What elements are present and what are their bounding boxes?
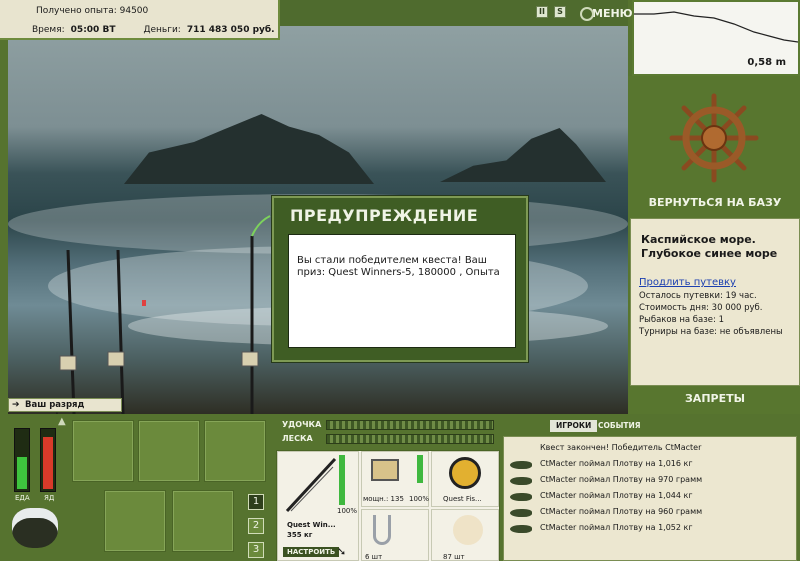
- reel-icon: [371, 459, 399, 481]
- setup-button[interactable]: НАСТРОИТЬ: [283, 547, 340, 557]
- bait-count: 87 шт: [443, 553, 465, 561]
- depth-value: 0,58 m: [747, 57, 786, 68]
- list-item: CtMacter поймал Плотву на 1,052 кг: [540, 523, 693, 532]
- location-info: Каспийское море. Глубокое синее море Про…: [630, 218, 800, 386]
- bag-page-1[interactable]: 1: [248, 494, 264, 510]
- events-log: Квест закончен! Победитель CtMacter CtMa…: [503, 436, 797, 561]
- food-gauge-fill: [17, 457, 27, 489]
- bans-button[interactable]: ЗАПРЕТЫ: [640, 392, 790, 410]
- rank-up-toast[interactable]: ➔ Ваш разряд вырос!: [8, 398, 122, 422]
- depth-profile: 0,58 m: [632, 0, 800, 76]
- rod-tension-bar: [326, 420, 494, 430]
- dialog-message: Вы стали победителем квеста! Ваш приз: Q…: [288, 234, 516, 348]
- money-value: 711 483 050 руб.: [186, 25, 275, 35]
- bag-page-2[interactable]: 2: [248, 518, 264, 534]
- pot-icon[interactable]: [12, 508, 58, 548]
- xp-label: Получено опыта:: [36, 6, 117, 16]
- line-tension-bar: [326, 434, 494, 444]
- poison-gauge-fill: [43, 437, 53, 489]
- rod-bar-label: УДОЧКА: [282, 420, 322, 429]
- xp-value: 94500: [119, 6, 149, 16]
- poison-gauge: [40, 428, 56, 492]
- rod-durability: 100%: [337, 507, 358, 515]
- rod-1: [59, 249, 77, 414]
- fish-icon: [510, 477, 532, 485]
- bag-slot-net[interactable]: [204, 420, 266, 482]
- day-cost: Стоимость дня: 30 000 руб.: [639, 303, 763, 313]
- rod-icon: [285, 457, 337, 513]
- rod-name: Quest Win...: [287, 521, 336, 529]
- sound-button[interactable]: S: [554, 6, 566, 18]
- arrow-right-icon: ➔: [12, 400, 20, 410]
- reel-power: мощн.: 135: [363, 495, 404, 503]
- hud-panel: Получено опыта: 94500 Время: 05:00 ВТ Де…: [0, 0, 280, 40]
- gear-icon: [580, 7, 594, 21]
- list-item: CtMacter поймал Плотву на 1,044 кг: [540, 491, 693, 500]
- game-screen: Получено опыта: 94500 Время: 05:00 ВТ Де…: [0, 0, 800, 561]
- return-to-base-button[interactable]: ВЕРНУТЬСЯ НА БАЗУ: [640, 196, 790, 214]
- hook-count: 6 шт: [365, 553, 383, 561]
- time-money-row: Время: 05:00 ВТ Деньги: 711 483 050 руб.: [32, 25, 275, 35]
- xp-readout: Получено опыта: 94500: [36, 6, 148, 16]
- ship-wheel-icon[interactable]: [668, 92, 760, 184]
- money-label: Деньги:: [143, 25, 181, 35]
- reel-durability: 100%: [409, 495, 430, 503]
- rod-durability-bar: [339, 455, 345, 505]
- tab-events[interactable]: СОБЫТИЯ: [592, 420, 647, 432]
- list-item: CtMacter поймал Плотву на 960 грамм: [540, 507, 703, 516]
- tournaments-status: Турниры на базе: не объявлены: [639, 327, 783, 337]
- hook-icon: [373, 515, 391, 545]
- tackle-panel: 100% Quest Win... 355 кг НАСТРОИТЬ ➘ мощ…: [276, 450, 500, 561]
- event-header: Квест закончен! Победитель CtMacter: [540, 443, 702, 452]
- line-name: Quest Fis...: [443, 495, 482, 503]
- line-bar-label: ЛЕСКА: [282, 434, 313, 443]
- food-gauge: [14, 428, 30, 492]
- list-item: CtMacter поймал Плотву на 970 грамм: [540, 475, 703, 484]
- reel-durability-bar: [417, 455, 423, 483]
- permit-remaining: Осталось путевки: 19 час.: [639, 291, 757, 301]
- dialog-title: ПРЕДУПРЕЖДЕНИЕ: [290, 206, 479, 225]
- arrow-down-right-icon: ➘: [337, 545, 347, 558]
- bag-slot-sack[interactable]: [138, 420, 200, 482]
- rod-3: [241, 236, 259, 414]
- bag-slot-basket[interactable]: [104, 490, 166, 552]
- poison-label: ЯД: [44, 494, 55, 502]
- bag-slot-tackle-box[interactable]: [72, 420, 134, 482]
- line-spool-icon: [449, 457, 481, 489]
- fish-icon: [510, 525, 532, 533]
- pause-button[interactable]: II: [536, 6, 548, 18]
- fish-icon: [510, 493, 532, 501]
- rod-2: [107, 249, 125, 414]
- bag-slot-bucket[interactable]: [172, 490, 234, 552]
- fish-icon: [510, 509, 532, 517]
- fishers-count: Рыбаков на базе: 1: [639, 315, 724, 325]
- menu-label: МЕНЮ: [592, 7, 633, 20]
- bait-dough-icon: [453, 515, 483, 545]
- location-name: Каспийское море. Глубокое синее море: [641, 233, 778, 260]
- bag-page-3[interactable]: 3: [248, 542, 264, 558]
- list-item: CtMacter поймал Плотву на 1,016 кг: [540, 459, 693, 468]
- time-label: Время:: [32, 25, 65, 35]
- extend-permit-link[interactable]: Продлить путевку: [639, 277, 736, 288]
- rod-weight: 355 кг: [287, 531, 313, 539]
- menu-button[interactable]: МЕНЮ: [576, 4, 633, 24]
- food-label: ЕДА: [15, 494, 30, 502]
- time-value: 05:00 ВТ: [70, 25, 116, 35]
- compass-icon: ▲: [58, 416, 66, 427]
- fish-icon: [510, 461, 532, 469]
- tab-players[interactable]: ИГРОКИ: [550, 420, 598, 432]
- warning-dialog[interactable]: ПРЕДУПРЕЖДЕНИЕ Вы стали победителем квес…: [272, 196, 528, 362]
